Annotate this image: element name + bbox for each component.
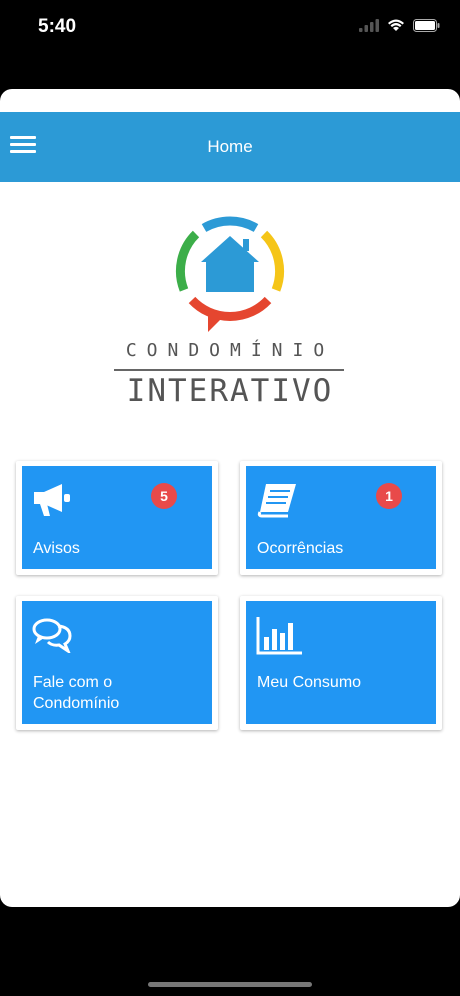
avisos-card[interactable]: 5 Avisos [16, 461, 218, 575]
wifi-icon [388, 19, 404, 31]
signal-icon [359, 18, 379, 32]
megaphone-icon [34, 484, 70, 516]
fale-com-condominio-card[interactable]: Fale com o Condomínio [16, 596, 218, 730]
fale-label: Fale com o Condomínio [33, 674, 120, 712]
status-icons [359, 18, 440, 32]
fale-card-body: Fale com o Condomínio [22, 601, 212, 724]
logo-text-line1: CONDOMÍNIO [125, 340, 335, 361]
ocorrencias-card-body: 1 Ocorrências [246, 466, 436, 569]
ocorrencias-card[interactable]: 1 Ocorrências [240, 461, 442, 575]
avisos-badge: 5 [151, 483, 177, 509]
avisos-card-body: 5 Avisos [22, 466, 212, 569]
logo-text-line2: INTERATIVO [126, 373, 334, 409]
consumo-label: Meu Consumo [257, 674, 362, 691]
battery-icon [413, 18, 440, 32]
logo-divider [114, 369, 344, 371]
status-bar: 5:40 [0, 0, 460, 56]
chat-icon [32, 618, 72, 653]
book-icon [257, 484, 296, 518]
bar-chart-icon [256, 617, 302, 655]
logo: CONDOMÍNIO INTERATIVO [100, 212, 360, 412]
page-title: Home [207, 137, 253, 156]
avisos-label: Avisos [33, 540, 80, 557]
home-indicator[interactable] [148, 982, 312, 987]
app-screen: Home CONDOMÍNIO INTERATIVO 5 Avisos 1 Oc… [0, 89, 460, 907]
app-bar: Home [0, 112, 460, 182]
consumo-card-body: Meu Consumo [246, 601, 436, 724]
ocorrencias-badge: 1 [376, 483, 402, 509]
status-time: 5:40 [38, 16, 77, 37]
meu-consumo-card[interactable]: Meu Consumo [240, 596, 442, 730]
logo-emblem [176, 216, 284, 332]
ocorrencias-label: Ocorrências [257, 540, 344, 557]
